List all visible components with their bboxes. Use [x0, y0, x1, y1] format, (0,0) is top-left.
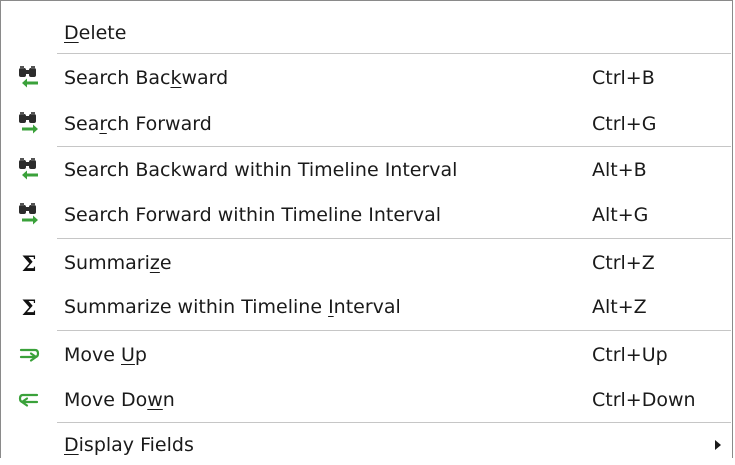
menu-separator — [57, 330, 731, 331]
menu-item-label: Delete — [64, 22, 127, 44]
binoculars-forward-icon — [16, 202, 42, 228]
binoculars-back-icon — [16, 157, 42, 183]
menu-item-label: Display Fields — [64, 434, 194, 456]
shortcut-label: Alt+B — [592, 159, 647, 181]
move-up-icon — [16, 342, 42, 368]
shortcut-label: Alt+Z — [592, 296, 647, 318]
menu-separator — [57, 146, 731, 147]
menu-item-label: Search Backward within Timeline Interval — [64, 159, 458, 181]
menu-item-search-backward-interval[interactable]: Search Backward within Timeline Interval… — [2, 150, 731, 190]
menu-item-summarize[interactable]: Σ Summarize Ctrl+Z — [2, 243, 731, 283]
menu-item-label: Move Up — [64, 344, 147, 366]
menu-item-label: Summarize within Timeline Interval — [64, 296, 401, 318]
menu-item-label: Search Forward — [64, 113, 212, 135]
menu-item-label: Search Forward within Timeline Interval — [64, 204, 442, 226]
shortcut-label: Alt+G — [592, 204, 649, 226]
menu-item-display-fields[interactable]: Display Fields — [2, 425, 731, 465]
sigma-icon: Σ — [21, 294, 37, 320]
move-down-icon — [16, 387, 42, 413]
shortcut-label: Ctrl+Z — [592, 252, 655, 274]
submenu-arrow-icon — [715, 440, 721, 450]
menu-separator — [57, 422, 731, 423]
menu-item-label: Move Down — [64, 389, 175, 411]
menu-item-search-backward[interactable]: Search Backward Ctrl+B — [2, 58, 731, 98]
shortcut-label: Ctrl+G — [592, 113, 657, 135]
menu-separator — [57, 53, 731, 54]
shortcut-label: Ctrl+Down — [592, 389, 696, 411]
menu-item-label: Search Backward — [64, 67, 229, 89]
menu-separator — [57, 238, 731, 239]
sigma-icon: Σ — [21, 250, 37, 276]
binoculars-back-icon — [16, 65, 42, 91]
menu-item-delete[interactable]: Delete — [2, 13, 731, 53]
menu-item-search-forward[interactable]: Search Forward Ctrl+G — [2, 104, 731, 144]
binoculars-forward-icon — [16, 111, 42, 137]
menu-item-move-down[interactable]: Move Down Ctrl+Down — [2, 380, 731, 420]
menu-item-move-up[interactable]: Move Up Ctrl+Up — [2, 335, 731, 375]
menu-item-search-forward-interval[interactable]: Search Forward within Timeline Interval … — [2, 195, 731, 235]
menu-item-summarize-interval[interactable]: Σ Summarize within Timeline Interval Alt… — [2, 287, 731, 327]
shortcut-label: Ctrl+Up — [592, 344, 668, 366]
menu-item-label: Summarize — [64, 252, 172, 274]
context-menu: Delete Search Backward Ctrl+B Search For… — [0, 0, 733, 458]
shortcut-label: Ctrl+B — [592, 67, 655, 89]
